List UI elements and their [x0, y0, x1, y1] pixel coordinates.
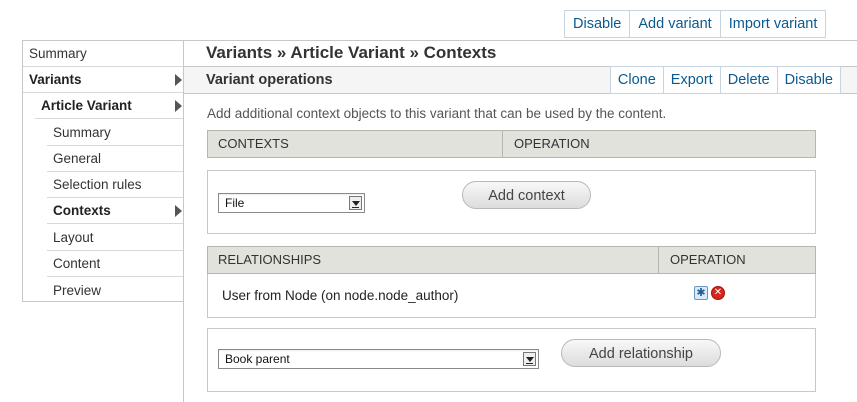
delete-icon[interactable]: ✕ — [711, 286, 725, 300]
clone-link[interactable]: Clone — [611, 67, 663, 93]
relationships-table-header: RELATIONSHIPS OPERATION — [207, 246, 816, 274]
sidebar-item-contexts[interactable]: Contexts — [47, 198, 184, 224]
variant-operations-title: Variant operations — [206, 72, 333, 88]
top-action-links: Disable Add variant Import variant — [564, 10, 827, 38]
column-divider — [502, 131, 503, 157]
relationship-type-select-value: Book parent — [225, 352, 290, 366]
chevron-right-icon — [175, 100, 182, 112]
contexts-column-header: CONTEXTS — [218, 136, 289, 151]
contexts-table-header: CONTEXTS OPERATION — [207, 130, 816, 158]
table-row: User from Node (on node.node_author) ✱ ✕ — [207, 274, 816, 318]
sidebar-item-label: General — [53, 151, 102, 166]
add-context-button[interactable]: Add context — [462, 181, 591, 209]
contexts-description: Add additional context objects to this v… — [207, 106, 667, 121]
column-divider — [658, 247, 659, 273]
sidebar-item-label: Preview — [53, 283, 102, 298]
context-type-select[interactable]: File — [218, 193, 365, 213]
operation-column-header: OPERATION — [514, 136, 590, 151]
disable-link[interactable]: Disable — [565, 11, 629, 37]
sidebar-item-label: Content — [53, 256, 101, 271]
add-context-form: File Add context — [207, 170, 816, 234]
sidebar-item-label: Article Variant — [41, 98, 132, 113]
sidebar-item-label: Selection rules — [53, 177, 142, 192]
relationships-column-header: RELATIONSHIPS — [218, 252, 322, 267]
sidebar-item-label: Summary — [53, 125, 111, 140]
sidebar-item-article-variant[interactable]: Article Variant — [35, 93, 184, 119]
add-variant-link[interactable]: Add variant — [629, 11, 719, 37]
export-link[interactable]: Export — [662, 67, 720, 93]
sidebar-item-layout[interactable]: Layout — [47, 225, 184, 251]
sidebar-item-content[interactable]: Content — [47, 251, 184, 277]
relationship-type-select[interactable]: Book parent — [218, 349, 539, 369]
sidebar-item-label: Layout — [53, 230, 94, 245]
variant-operations-links: Clone Export Delete Disable — [609, 66, 841, 94]
sidebar-item-label: Variants — [29, 72, 82, 87]
relationship-label: User from Node (on node.node_author) — [222, 288, 459, 303]
sidebar-item-variant-summary[interactable]: Summary — [47, 120, 184, 146]
add-relationship-button[interactable]: Add relationship — [561, 339, 721, 367]
sidebar-item-general[interactable]: General — [47, 146, 184, 172]
chevron-right-icon — [175, 74, 182, 86]
sidebar-item-label: Contexts — [53, 203, 111, 218]
sidebar-item-summary[interactable]: Summary — [23, 41, 184, 67]
operation-column-header: OPERATION — [670, 252, 746, 267]
sidebar: Summary Variants Article Variant Summary… — [22, 40, 184, 302]
sidebar-item-preview[interactable]: Preview — [47, 278, 184, 304]
variant-operations-bar: Variant operations Clone Export Delete D… — [184, 66, 857, 94]
context-type-select-value: File — [225, 196, 245, 210]
add-relationship-form: Book parent Add relationship — [207, 328, 816, 392]
sidebar-item-selection-rules[interactable]: Selection rules — [47, 172, 184, 198]
gear-icon[interactable]: ✱ — [694, 286, 708, 300]
delete-link[interactable]: Delete — [719, 67, 777, 93]
sidebar-item-variants[interactable]: Variants — [23, 67, 184, 93]
import-variant-link[interactable]: Import variant — [719, 11, 826, 37]
chevron-down-icon — [523, 352, 536, 366]
page-title: Variants » Article Variant » Contexts — [184, 40, 857, 66]
chevron-down-icon — [349, 196, 362, 210]
main-panel: Variants » Article Variant » Contexts Va… — [183, 40, 857, 402]
chevron-right-icon — [175, 205, 182, 217]
disable-variant-link[interactable]: Disable — [776, 67, 840, 93]
sidebar-item-label: Summary — [29, 46, 87, 61]
